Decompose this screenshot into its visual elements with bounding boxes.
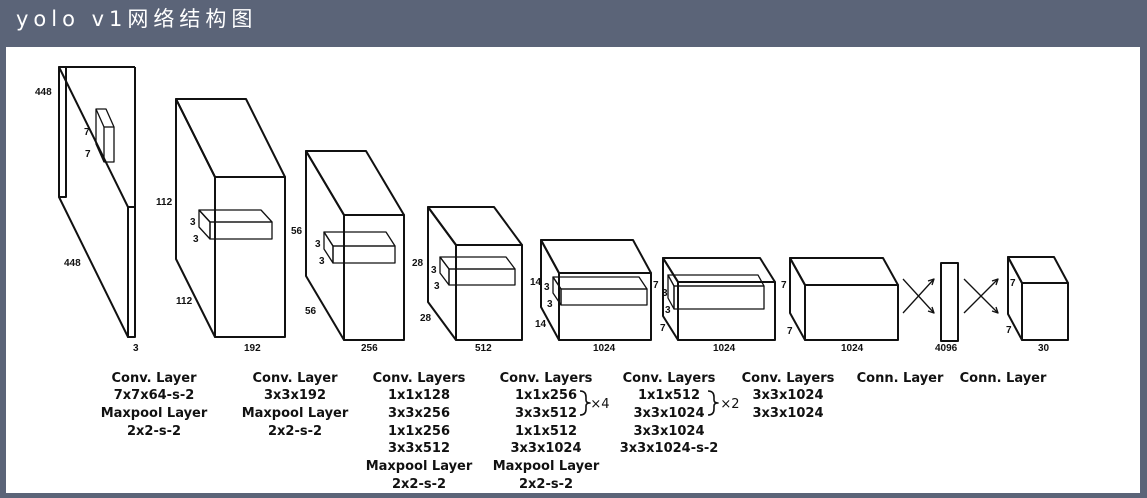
- caption-line: 7x7x64-s-2: [114, 388, 195, 403]
- caption-line: 1x1x512: [515, 424, 577, 439]
- block-6: [789, 257, 899, 341]
- dim-label: 14: [530, 277, 542, 288]
- dim-label: 7: [1006, 325, 1012, 336]
- dim-label: 56: [291, 226, 303, 237]
- caption-line: Conv. Layers: [623, 371, 716, 386]
- caption-line: 3x3x512: [515, 406, 577, 421]
- caption-1: Conv. Layer 7x7x64-s-2 Maxpool Layer 2x2…: [101, 371, 208, 439]
- block-2: [305, 150, 405, 341]
- dim-label: 512: [475, 343, 492, 354]
- dim-label: 1024: [593, 343, 616, 354]
- dim-label: 7: [84, 127, 90, 138]
- block-4: [540, 239, 652, 341]
- dim-label: 28: [412, 258, 424, 269]
- dim-label: 7: [787, 326, 793, 337]
- caption-line: Conv. Layer: [253, 371, 339, 386]
- connector-1: [902, 278, 935, 314]
- caption-line: 2x2-s-2: [268, 424, 322, 439]
- dim-label: 3: [315, 239, 321, 250]
- dim-label: 3: [190, 217, 196, 228]
- dim-label: 7: [660, 323, 666, 334]
- caption-line: Maxpool Layer: [242, 406, 349, 421]
- caption-6: Conv. Layers 3x3x1024 3x3x1024: [742, 371, 835, 421]
- dim-label: 256: [361, 343, 378, 354]
- dim-label: 1024: [713, 343, 736, 354]
- caption-line: Maxpool Layer: [493, 459, 600, 474]
- caption-line: Conv. Layers: [500, 371, 593, 386]
- dim-label: 28: [420, 313, 432, 324]
- dim-label: 112: [156, 197, 173, 208]
- dim-label: 3: [193, 234, 199, 245]
- dim-label: 3: [319, 256, 325, 267]
- dim-label: 7: [1010, 278, 1016, 289]
- block-5: [662, 257, 776, 341]
- dim-label: 7: [85, 149, 91, 160]
- dim-label: 3: [665, 305, 671, 316]
- dim-label: 3: [544, 282, 550, 293]
- output-block: [1007, 256, 1069, 341]
- dim-label: 14: [535, 319, 547, 330]
- caption-line: 3x3x256: [388, 406, 450, 421]
- dim-label: 448: [64, 258, 81, 269]
- repeat-label-2: ×2: [720, 397, 739, 412]
- caption-line: Conv. Layer: [112, 371, 198, 386]
- caption-4: Conv. Layers 1x1x256 3x3x512 1x1x512 3x3…: [493, 371, 600, 492]
- caption-line: 3x3x1024: [633, 424, 704, 439]
- repeat-brace-4: [579, 390, 591, 416]
- caption-line: 3x3x1024: [752, 388, 823, 403]
- caption-8: Conn. Layer: [960, 371, 1047, 386]
- dim-label: 3: [431, 265, 437, 276]
- caption-7: Conn. Layer: [857, 371, 944, 386]
- caption-line: 2x2-s-2: [519, 477, 573, 492]
- caption-line: Conv. Layers: [373, 371, 466, 386]
- caption-line: Conv. Layers: [742, 371, 835, 386]
- input-block: [58, 66, 136, 338]
- caption-line: 1x1x512: [638, 388, 700, 403]
- block-3: [427, 206, 523, 341]
- repeat-label-4: ×4: [590, 397, 609, 412]
- dim-label: 7: [781, 280, 787, 291]
- diagram-panel: 448 448 3 7 7 112 112 192 3 3 56 56 256 …: [6, 47, 1140, 493]
- dim-label: 3: [547, 299, 553, 310]
- caption-line: Maxpool Layer: [366, 459, 473, 474]
- page-title: yolo v1网络结构图: [16, 7, 258, 31]
- caption-line: 3x3x512: [388, 441, 450, 456]
- caption-2: Conv. Layer 3x3x192 Maxpool Layer 2x2-s-…: [242, 371, 349, 439]
- dim-label: 112: [176, 296, 193, 307]
- dim-label: 30: [1038, 343, 1050, 354]
- caption-line: 2x2-s-2: [392, 477, 446, 492]
- caption-5: Conv. Layers 1x1x512 3x3x1024 3x3x1024 3…: [620, 371, 719, 456]
- caption-line: 3x3x1024: [633, 406, 704, 421]
- caption-3: Conv. Layers 1x1x128 3x3x256 1x1x256 3x3…: [366, 371, 473, 492]
- dim-label: 192: [244, 343, 261, 354]
- caption-line: 1x1x256: [515, 388, 577, 403]
- caption-line: 2x2-s-2: [127, 424, 181, 439]
- dim-label: 3: [434, 281, 440, 292]
- input-kernel: [95, 108, 115, 163]
- caption-line: 3x3x192: [264, 388, 326, 403]
- caption-line: 1x1x256: [388, 424, 450, 439]
- caption-line: 3x3x1024-s-2: [620, 441, 719, 456]
- dim-label: 7: [653, 280, 659, 291]
- dim-label: 448: [35, 87, 52, 98]
- caption-line: 3x3x1024: [510, 441, 581, 456]
- connector-2: [963, 278, 999, 314]
- dim-label: 1024: [841, 343, 864, 354]
- repeat-brace-2: [707, 390, 719, 416]
- dim-label: 3: [133, 343, 139, 354]
- yolo-architecture-diagram: 448 448 3 7 7 112 112 192 3 3 56 56 256 …: [35, 66, 1069, 492]
- dim-label: 4096: [935, 343, 958, 354]
- caption-line: Maxpool Layer: [101, 406, 208, 421]
- fc-4096-bar: [940, 262, 959, 342]
- caption-line: 1x1x128: [388, 388, 450, 403]
- dim-label: 56: [305, 306, 317, 317]
- dim-label: 3: [662, 288, 668, 299]
- caption-line: 3x3x1024: [752, 406, 823, 421]
